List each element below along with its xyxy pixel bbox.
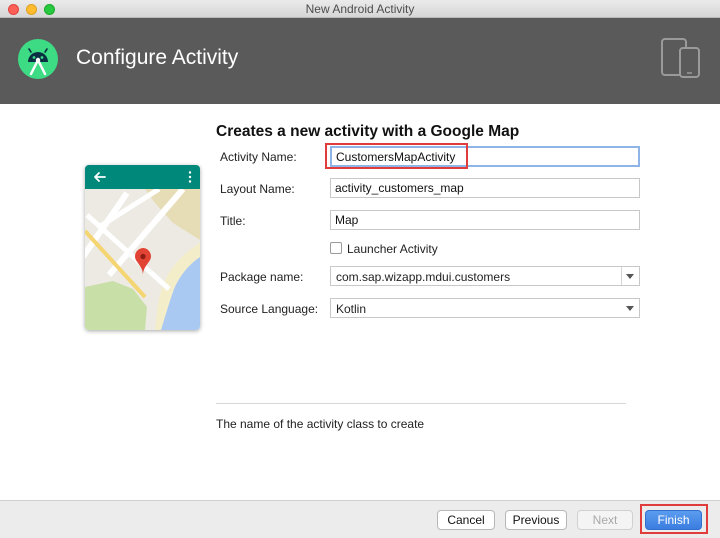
chevron-down-icon [626,274,634,279]
dropdown-button[interactable] [622,299,639,317]
title-label: Title: [220,214,246,228]
chevron-down-icon [626,306,634,311]
source-language-value: Kotlin [336,302,367,316]
package-name-dropdown[interactable]: com.sap.wizapp.mdui.customers [330,266,640,286]
window-title-bar: New Android Activity [0,0,720,18]
layout-name-label: Layout Name: [220,182,295,196]
window-title: New Android Activity [305,2,415,16]
finish-button[interactable]: Finish [645,510,702,530]
previous-button[interactable]: Previous [505,510,567,530]
android-studio-icon [18,39,58,79]
dropdown-button[interactable] [621,267,639,285]
launcher-activity-checkbox[interactable] [330,242,342,254]
devices-icon [661,38,700,78]
form-heading: Creates a new activity with a Google Map [216,123,520,140]
page-title: Configure Activity [76,46,239,69]
cancel-button[interactable]: Cancel [437,510,495,530]
wizard-header: Configure Activity [0,18,720,104]
help-text: The name of the activity class to create [216,417,425,431]
package-name-label: Package name: [220,270,304,284]
activity-preview-image [85,165,200,330]
source-language-dropdown[interactable]: Kotlin [330,298,640,318]
divider [216,403,626,404]
source-language-label: Source Language: [220,302,319,316]
activity-name-field[interactable] [330,146,640,167]
layout-name-field[interactable] [330,178,640,198]
title-field[interactable] [330,210,640,230]
launcher-activity-label[interactable]: Launcher Activity [347,242,438,256]
package-name-value: com.sap.wizapp.mdui.customers [336,270,511,284]
next-button[interactable]: Next [577,510,633,530]
activity-name-label: Activity Name: [220,150,297,164]
